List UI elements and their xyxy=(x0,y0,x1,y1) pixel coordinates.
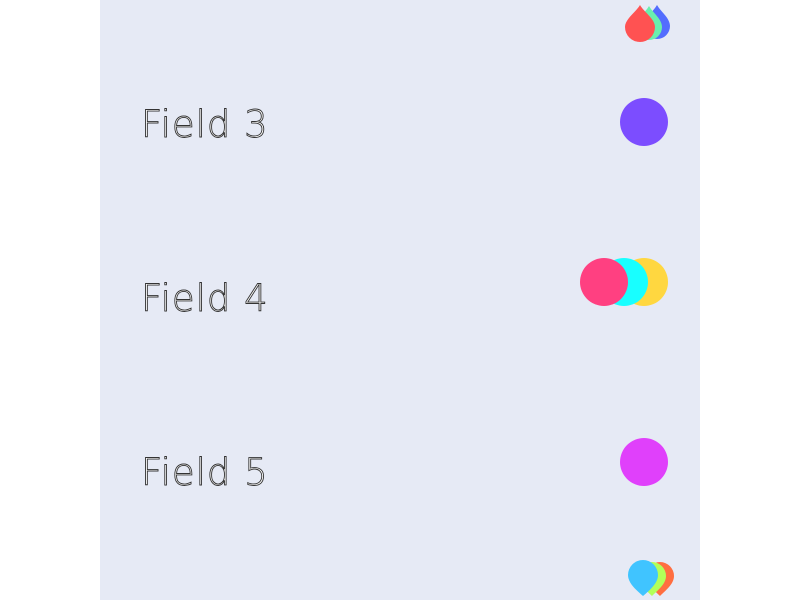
map-pins-icon xyxy=(626,558,678,598)
circle-pink xyxy=(580,258,628,306)
single-circle-icon[interactable] xyxy=(620,438,668,486)
pin-front-icon xyxy=(628,560,658,596)
field-label-3: Field 3 xyxy=(141,103,269,146)
water-drops-icon xyxy=(622,4,674,44)
form-panel: Field 3 Field 4 Field 5 xyxy=(100,0,700,600)
single-circle-icon[interactable] xyxy=(620,98,668,146)
drop-front-icon xyxy=(625,5,655,42)
field-label-5: Field 5 xyxy=(141,451,269,494)
field-label-4: Field 4 xyxy=(141,277,269,320)
